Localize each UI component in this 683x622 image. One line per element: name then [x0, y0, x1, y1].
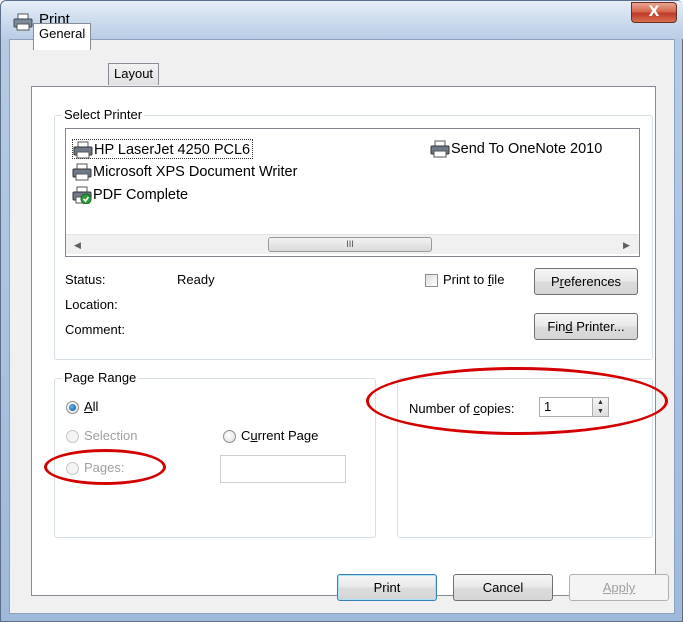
- cancel-button[interactable]: Cancel: [453, 574, 553, 601]
- find-printer-button[interactable]: Find Printer...: [534, 313, 638, 340]
- tab-layout[interactable]: Layout: [108, 63, 160, 85]
- printer-item-onenote[interactable]: Send To OneNote 2010: [430, 139, 602, 159]
- printer-icon: [430, 140, 450, 158]
- print-to-file-label[interactable]: Print to file: [443, 272, 504, 287]
- tab-general[interactable]: General: [33, 23, 92, 50]
- current-page-label[interactable]: Current Page: [241, 428, 318, 443]
- all-label[interactable]: All: [84, 399, 98, 414]
- printer-name: Send To OneNote 2010: [451, 141, 603, 157]
- comment-label: Comment:: [65, 322, 125, 337]
- printer-default-check-icon: [72, 186, 92, 205]
- print-button[interactable]: Print: [337, 574, 437, 601]
- printer-icon: [72, 163, 92, 181]
- print-to-file-checkbox[interactable]: [425, 274, 438, 287]
- printer-name: HP LaserJet 4250 PCL6: [94, 142, 251, 158]
- pages-input[interactable]: [220, 455, 346, 483]
- location-label: Location:: [65, 297, 118, 312]
- printer-name: Microsoft XPS Document Writer: [93, 164, 298, 180]
- selection-radio[interactable]: [66, 430, 79, 443]
- scroll-left-arrow-icon[interactable]: ◀: [74, 240, 81, 251]
- page-range-label: Page Range: [62, 370, 139, 385]
- printer-icon: [73, 141, 93, 159]
- annotation-oval-pages: [44, 449, 166, 485]
- printer-name: PDF Complete: [93, 187, 189, 203]
- status-value: Ready: [177, 272, 215, 287]
- scroll-right-arrow-icon[interactable]: ▶: [623, 240, 630, 251]
- apply-button[interactable]: Apply: [569, 574, 669, 601]
- selection-label[interactable]: Selection: [84, 428, 137, 443]
- select-printer-label: Select Printer: [62, 107, 145, 122]
- status-label: Status:: [65, 272, 106, 287]
- printer-item-hp-laserjet[interactable]: HP LaserJet 4250 PCL6: [72, 139, 254, 159]
- current-page-radio[interactable]: [223, 430, 236, 443]
- annotation-oval-copies: [366, 367, 668, 435]
- scroll-thumb[interactable]: III: [268, 237, 432, 252]
- printer-item-xps[interactable]: Microsoft XPS Document Writer: [72, 162, 297, 182]
- preferences-button[interactable]: Preferences: [534, 268, 638, 295]
- printer-icon: [13, 13, 33, 31]
- title-bar[interactable]: Print X: [1, 1, 683, 39]
- printer-item-pdf-complete[interactable]: PDF Complete: [72, 185, 188, 205]
- printer-list-scrollbar[interactable]: ◀ III ▶: [66, 234, 639, 254]
- close-button[interactable]: X: [631, 2, 677, 23]
- all-radio[interactable]: [66, 401, 79, 414]
